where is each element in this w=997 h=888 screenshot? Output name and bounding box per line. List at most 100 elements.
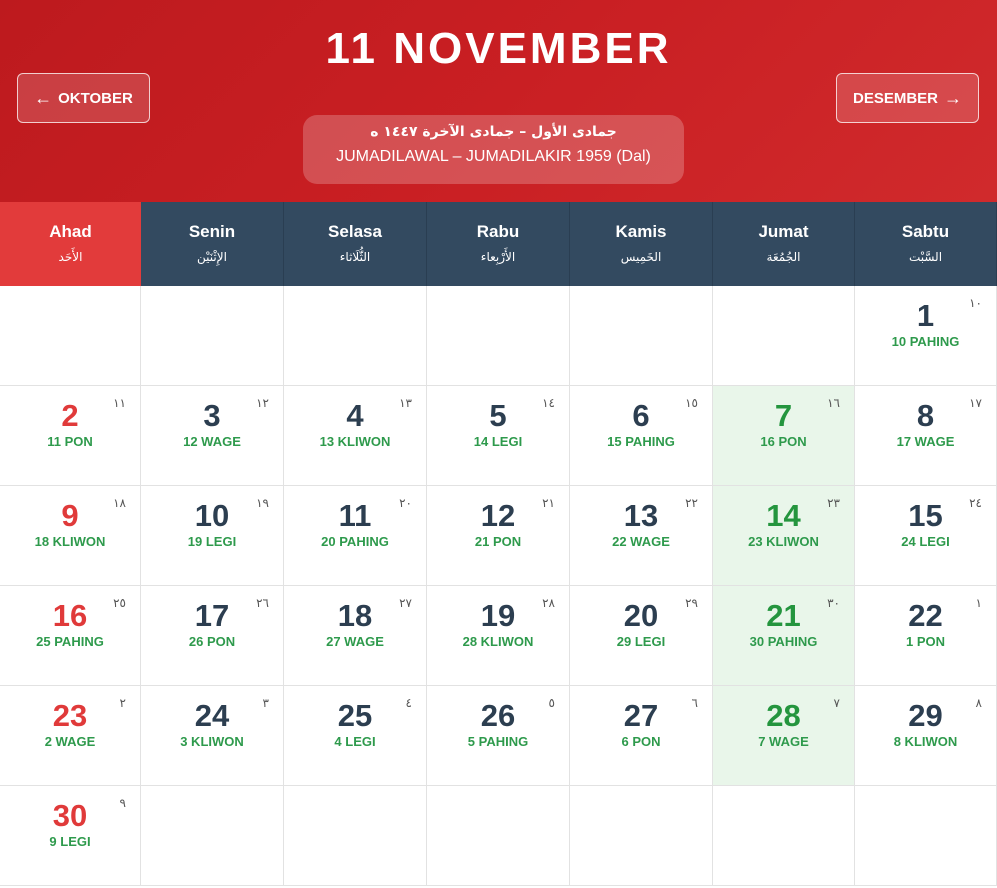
pasaran-label: 4 LEGI xyxy=(334,734,376,749)
calendar-grid: 1 10 PAHING ١٠ 2 11 PON ١١ 3 12 WAGE ١٢ 4 13 KLIWO… xyxy=(0,286,997,886)
pasaran-label: 21 PON xyxy=(474,534,522,549)
day-cell[interactable]: 10 19 LEGI ١٩ xyxy=(141,486,284,586)
empty-cell xyxy=(570,286,713,386)
hijri-day-number: ٢٩ xyxy=(685,596,698,610)
day-cell[interactable]: 8 17 WAGE ١٧ xyxy=(855,386,997,486)
pasaran-label: 27 WAGE xyxy=(326,634,384,649)
day-cell[interactable]: 17 26 PON ٢٦ xyxy=(141,586,284,686)
pasaran-label: 28 KLIWON xyxy=(462,634,534,649)
calendar-week: 9 18 KLIWON ١٨ 10 19 LEGI ١٩ 11 20 PAHING ٢٠ 12 21… xyxy=(0,486,997,586)
pasaran-label: 10 PAHING xyxy=(891,334,960,349)
day-cell[interactable]: 27 6 PON ٦ xyxy=(570,686,713,786)
pasaran-label: 13 KLIWON xyxy=(319,434,391,449)
day-cell[interactable]: 25 4 LEGI ٤ xyxy=(284,686,427,786)
day-cell[interactable]: 28 7 WAGE ٧ xyxy=(713,686,855,786)
hijri-day-number: ٢٥ xyxy=(113,596,126,610)
day-cell[interactable]: 5 14 LEGI ١٤ xyxy=(427,386,570,486)
page-title: 11 NOVEMBER xyxy=(325,24,672,73)
day-cell[interactable]: 4 13 KLIWON ١٣ xyxy=(284,386,427,486)
pasaran-label: 1 PON xyxy=(905,634,945,649)
hijri-day-number: ٣ xyxy=(262,696,269,710)
day-cell[interactable]: 12 21 PON ٢١ xyxy=(427,486,570,586)
day-cell[interactable]: 21 30 PAHING ٣٠ xyxy=(713,586,855,686)
day-cell[interactable]: 24 3 KLIWON ٣ xyxy=(141,686,284,786)
next-month-label: DESEMBER xyxy=(852,89,938,107)
empty-cell xyxy=(570,786,713,886)
hijri-day-number: ٧ xyxy=(833,696,840,710)
empty-cell xyxy=(427,286,570,386)
pasaran-label: 5 PAHING xyxy=(467,734,529,749)
pasaran-label: 3 KLIWON xyxy=(180,734,244,749)
pasaran-label: 15 PAHING xyxy=(607,434,675,449)
weekday-sabtu: Sabtu السَّبْت xyxy=(855,202,997,286)
day-cell[interactable]: 15 24 LEGI ٢٤ xyxy=(855,486,997,586)
day-cell[interactable]: 2 11 PON ١١ xyxy=(0,386,141,486)
hijri-day-number: ٥ xyxy=(548,696,555,710)
weekday-latin: Jumat xyxy=(758,222,809,241)
day-cell[interactable]: 7 16 PON ١٦ xyxy=(713,386,855,486)
weekday-senin: Senin الإِثْنَيْن xyxy=(141,202,284,286)
weekday-rabu: Rabu الأَرْبِعاء xyxy=(427,202,570,286)
hijri-day-number: ١٩ xyxy=(256,496,269,510)
pasaran-label: 14 LEGI xyxy=(473,434,523,449)
hijri-day-number: ٢٧ xyxy=(399,596,412,610)
calendar-week: 30 9 LEGI ٩ xyxy=(0,786,997,886)
hijri-day-number: ١٨ xyxy=(113,496,126,510)
pasaran-label: 11 PON xyxy=(47,434,93,449)
day-cell[interactable]: 9 18 KLIWON ١٨ xyxy=(0,486,141,586)
hijri-day-number: ٢٤ xyxy=(969,496,982,510)
day-cell[interactable]: 6 15 PAHING ١٥ xyxy=(570,386,713,486)
pasaran-label: 30 PAHING xyxy=(749,634,818,649)
hijri-day-number: ٦ xyxy=(691,696,698,710)
day-cell[interactable]: 11 20 PAHING ٢٠ xyxy=(284,486,427,586)
day-cell[interactable]: 14 23 KLIWON ٢٣ xyxy=(713,486,855,586)
pasaran-label: 18 KLIWON xyxy=(34,534,106,549)
hijri-day-number: ٢٦ xyxy=(256,596,269,610)
weekday-ahad: Ahad الأَحَد xyxy=(0,202,141,286)
empty-cell xyxy=(855,786,997,886)
weekday-latin: Ahad xyxy=(49,222,92,241)
day-cell[interactable]: 29 8 KLIWON ٨ xyxy=(855,686,997,786)
weekday-arabic: الخَمِيس xyxy=(620,250,662,264)
day-cell[interactable]: 13 22 WAGE ٢٢ xyxy=(570,486,713,586)
day-cell[interactable]: 18 27 WAGE ٢٧ xyxy=(284,586,427,686)
pasaran-label: 16 PON xyxy=(760,434,807,449)
weekday-arabic: السَّبْت xyxy=(908,250,943,264)
hijri-day-number: ٢٣ xyxy=(827,496,840,510)
day-cell[interactable]: 30 9 LEGI ٩ xyxy=(0,786,141,886)
hijri-day-number: ١٠ xyxy=(969,296,982,310)
day-cell[interactable]: 16 25 PAHING ٢٥ xyxy=(0,586,141,686)
weekday-latin: Selasa xyxy=(328,222,382,241)
empty-cell xyxy=(141,786,284,886)
hijri-day-number: ١٦ xyxy=(827,396,840,410)
day-cell[interactable]: 23 2 WAGE ٢ xyxy=(0,686,141,786)
hijri-day-number: ١٤ xyxy=(542,396,555,410)
hijri-month-arabic: جمادى الأول – جمادى الآخرة ١٤٤٧ ه xyxy=(370,124,617,140)
arrow-right-icon: → xyxy=(944,87,962,108)
pasaran-label: 29 LEGI xyxy=(616,634,666,649)
hijri-month-latin: JUMADILAWAL – JUMADILAKIR 1959 (Dal) xyxy=(336,148,651,165)
weekday-header: Ahad الأَحَد Senin الإِثْنَيْن Selasa الثُّلَ… xyxy=(0,202,997,286)
pasaran-label: 6 PON xyxy=(621,734,661,749)
day-cell[interactable]: 3 12 WAGE ١٢ xyxy=(141,386,284,486)
hijri-day-number: ١٧ xyxy=(969,396,982,410)
empty-cell xyxy=(284,286,427,386)
weekday-arabic: الأَرْبِعاء xyxy=(480,250,516,264)
weekday-latin: Rabu xyxy=(476,222,520,241)
hijri-day-number: ٢٨ xyxy=(542,596,555,610)
calendar-week: 16 25 PAHING ٢٥ 17 26 PON ٢٦ 18 27 WAGE ٢٧ 19 28 K… xyxy=(0,586,997,686)
hijri-day-number: ٣٠ xyxy=(827,596,840,610)
prev-month-button[interactable]: ← OKTOBER xyxy=(17,73,150,123)
hijri-day-number: ٩ xyxy=(119,796,126,810)
day-cell[interactable]: 19 28 KLIWON ٢٨ xyxy=(427,586,570,686)
weekday-kamis: Kamis الخَمِيس xyxy=(570,202,713,286)
pasaran-label: 2 WAGE xyxy=(44,734,96,749)
day-cell[interactable]: 20 29 LEGI ٢٩ xyxy=(570,586,713,686)
day-cell[interactable]: 1 10 PAHING ١٠ xyxy=(855,286,997,386)
hijri-month-box: جمادى الأول – جمادى الآخرة ١٤٤٧ ه JUMADI… xyxy=(303,115,684,184)
pasaran-label: 8 KLIWON xyxy=(893,734,958,749)
next-month-button[interactable]: DESEMBER → xyxy=(836,73,979,123)
day-cell[interactable]: 22 1 PON ١ xyxy=(855,586,997,686)
weekday-arabic: الإِثْنَيْن xyxy=(197,250,227,264)
day-cell[interactable]: 26 5 PAHING ٥ xyxy=(427,686,570,786)
